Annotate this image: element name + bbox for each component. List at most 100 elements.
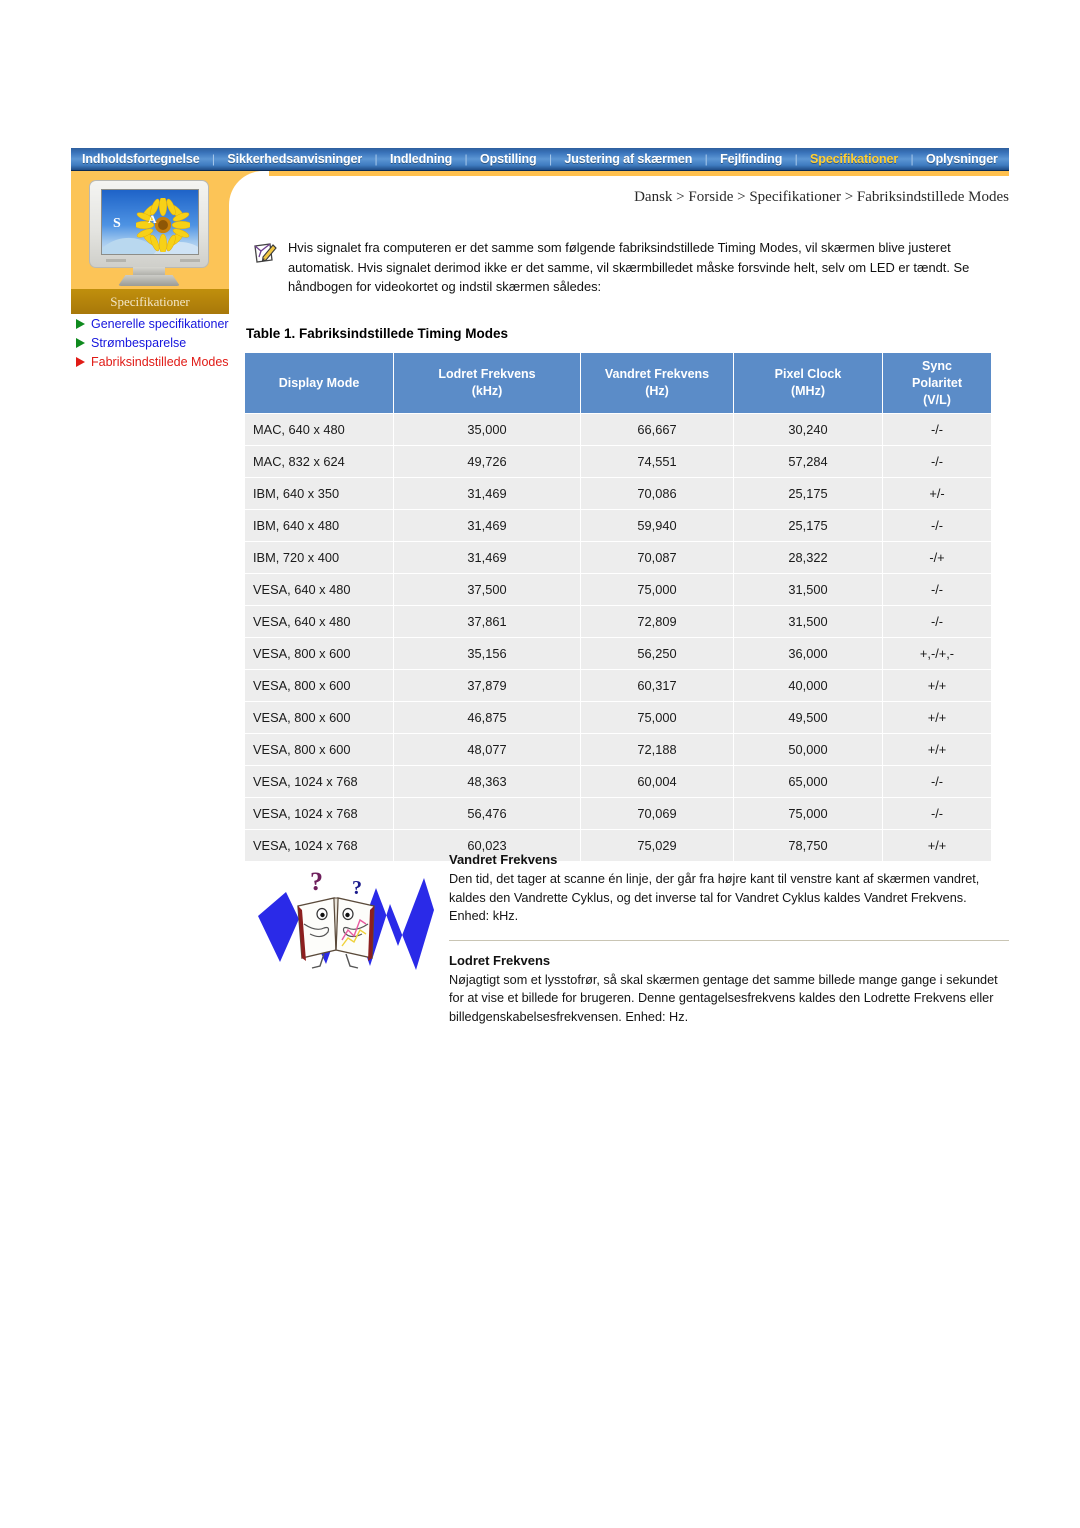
breadcrumb: Dansk > Forside > Specifikationer > Fabr… bbox=[634, 189, 1009, 205]
table-row: VESA, 800 x 600 37,879 60,317 40,000 +/+ bbox=[245, 670, 991, 701]
nav-separator: | bbox=[464, 152, 468, 166]
table-title: Table 1. Fabriksindstillede Timing Modes bbox=[246, 326, 509, 341]
nav-separator: | bbox=[548, 152, 553, 166]
cell-vandret: 75,000 bbox=[581, 702, 733, 733]
monitor-illustration: S A bbox=[85, 180, 215, 286]
timing-modes-table: Display Mode Lodret Frekvens (kHz) Vandr… bbox=[244, 352, 992, 862]
cell-pixel-clock: 25,175 bbox=[734, 478, 882, 509]
cell-pixel-clock: 36,000 bbox=[734, 638, 882, 669]
cell-display-mode: VESA, 1024 x 768 bbox=[245, 798, 393, 829]
sidebar-item-label: Strømbesparelse bbox=[91, 336, 187, 350]
screen-logo-s: S bbox=[113, 216, 121, 231]
nav-item-specifikationer[interactable]: Specifikationer bbox=[807, 152, 901, 166]
cell-display-mode: IBM, 640 x 350 bbox=[245, 478, 393, 509]
arrow-right-icon bbox=[76, 319, 85, 329]
cell-display-mode: VESA, 800 x 600 bbox=[245, 734, 393, 765]
table-row: MAC, 640 x 480 35,000 66,667 30,240 -/- bbox=[245, 414, 991, 445]
cell-display-mode: VESA, 800 x 600 bbox=[245, 702, 393, 733]
cell-pixel-clock: 40,000 bbox=[734, 670, 882, 701]
cell-sync: -/+ bbox=[883, 542, 991, 573]
cell-lodret: 31,469 bbox=[394, 510, 580, 541]
cell-display-mode: VESA, 800 x 600 bbox=[245, 638, 393, 669]
screen-logo-a: A bbox=[148, 212, 157, 226]
cell-lodret: 48,363 bbox=[394, 766, 580, 797]
cell-lodret: 49,726 bbox=[394, 446, 580, 477]
cell-display-mode: IBM, 720 x 400 bbox=[245, 542, 393, 573]
cell-sync: -/- bbox=[883, 414, 991, 445]
cell-display-mode: VESA, 1024 x 768 bbox=[245, 830, 393, 861]
cell-lodret: 56,476 bbox=[394, 798, 580, 829]
table-row: VESA, 800 x 600 48,077 72,188 50,000 +/+ bbox=[245, 734, 991, 765]
cell-vandret: 60,317 bbox=[581, 670, 733, 701]
cell-vandret: 60,004 bbox=[581, 766, 733, 797]
cell-sync: -/- bbox=[883, 798, 991, 829]
sidebar-item-fabriksindstillede-modes[interactable]: Fabriksindstillede Modes bbox=[76, 354, 246, 370]
sidebar-item-generelle-specifikationer[interactable]: Generelle specifikationer bbox=[76, 316, 246, 332]
sidebar-link-list: Generelle specifikationer Strømbesparels… bbox=[76, 316, 246, 373]
cell-lodret: 48,077 bbox=[394, 734, 580, 765]
cell-sync: +/+ bbox=[883, 670, 991, 701]
cell-vandret: 74,551 bbox=[581, 446, 733, 477]
cell-vandret: 56,250 bbox=[581, 638, 733, 669]
cell-lodret: 31,469 bbox=[394, 478, 580, 509]
monitor-stand-base bbox=[118, 275, 180, 286]
header-line1: Display Mode bbox=[278, 375, 360, 390]
nav-separator: | bbox=[211, 152, 216, 166]
cell-pixel-clock: 31,500 bbox=[734, 606, 882, 637]
section-heading-lodret-frekvens: Lodret Frekvens bbox=[449, 952, 551, 968]
content-corner-cutout bbox=[229, 171, 269, 215]
nav-separator: | bbox=[794, 152, 798, 166]
section-body-vandret-frekvens: Den tid, det tager at scanne én linje, d… bbox=[449, 872, 980, 923]
header-line3: (V/L) bbox=[923, 392, 951, 407]
monitor-bezel: S A bbox=[89, 180, 209, 268]
cell-vandret: 70,087 bbox=[581, 542, 733, 573]
sunflower-icon bbox=[136, 198, 190, 252]
cell-lodret: 35,156 bbox=[394, 638, 580, 669]
nav-item-fejlfinding[interactable]: Fejlfinding bbox=[717, 152, 785, 166]
cell-pixel-clock: 65,000 bbox=[734, 766, 882, 797]
cell-vandret: 72,809 bbox=[581, 606, 733, 637]
cell-vandret: 72,188 bbox=[581, 734, 733, 765]
table-row: VESA, 640 x 480 37,861 72,809 31,500 -/- bbox=[245, 606, 991, 637]
nav-separator: | bbox=[374, 152, 378, 166]
cell-sync: +/+ bbox=[883, 734, 991, 765]
section-body-lodret-frekvens: Nøjagtigt som et lysstofrør, så skal skæ… bbox=[449, 972, 998, 1024]
nav-item-oplysninger[interactable]: Oplysninger bbox=[923, 152, 1001, 166]
svg-text:?: ? bbox=[310, 867, 323, 896]
cell-pixel-clock: 50,000 bbox=[734, 734, 882, 765]
top-navigation-bar: Indholdsfortegnelse | Sikkerhedsanvisnin… bbox=[71, 148, 1009, 171]
note-text: Hvis signalet fra computeren er det samm… bbox=[288, 240, 970, 294]
cell-pixel-clock: 57,284 bbox=[734, 446, 882, 477]
nav-item-justering-af-skaermen[interactable]: Justering af skærmen bbox=[561, 152, 695, 166]
nav-item-opstilling[interactable]: Opstilling bbox=[477, 152, 540, 166]
cell-vandret: 59,940 bbox=[581, 510, 733, 541]
table-row: IBM, 640 x 350 31,469 70,086 25,175 +/- bbox=[245, 478, 991, 509]
column-header-pixel-clock: Pixel Clock (MHz) bbox=[734, 353, 882, 413]
column-header-sync-polaritet: Sync Polaritet (V/L) bbox=[883, 353, 991, 413]
nav-item-sikkerhedsanvisninger[interactable]: Sikkerhedsanvisninger bbox=[224, 152, 365, 166]
header-line1: Pixel Clock bbox=[774, 367, 842, 381]
cell-lodret: 37,879 bbox=[394, 670, 580, 701]
sidebar-item-label: Generelle specifikationer bbox=[91, 317, 229, 331]
cell-sync: -/- bbox=[883, 574, 991, 605]
cell-display-mode: VESA, 800 x 600 bbox=[245, 670, 393, 701]
book-question-illustration: ? ? bbox=[258, 858, 448, 976]
cell-display-mode: VESA, 640 x 480 bbox=[245, 606, 393, 637]
nav-item-indholdsfortegnelse[interactable]: Indholdsfortegnelse bbox=[79, 152, 203, 166]
arrow-right-icon bbox=[76, 357, 85, 367]
section-divider bbox=[449, 939, 1009, 941]
cell-display-mode: IBM, 640 x 480 bbox=[245, 510, 393, 541]
column-header-vandret-frekvens: Vandret Frekvens (Hz) bbox=[581, 353, 733, 413]
sidebar-item-stroembesparelse[interactable]: Strømbesparelse bbox=[76, 335, 246, 351]
nav-item-indledning[interactable]: Indledning bbox=[387, 152, 455, 166]
cell-pixel-clock: 75,000 bbox=[734, 798, 882, 829]
table-row: VESA, 800 x 600 35,156 56,250 36,000 +,-/+,- bbox=[245, 638, 991, 669]
cell-sync: +,-/+,- bbox=[883, 638, 991, 669]
cell-display-mode: VESA, 640 x 480 bbox=[245, 574, 393, 605]
cell-pixel-clock: 30,240 bbox=[734, 414, 882, 445]
monitor-screen: S A bbox=[101, 189, 199, 255]
table-row: IBM, 640 x 480 31,469 59,940 25,175 -/- bbox=[245, 510, 991, 541]
cell-pixel-clock: 49,500 bbox=[734, 702, 882, 733]
cell-sync: +/- bbox=[883, 478, 991, 509]
table-row: VESA, 1024 x 768 48,363 60,004 65,000 -/- bbox=[245, 766, 991, 797]
